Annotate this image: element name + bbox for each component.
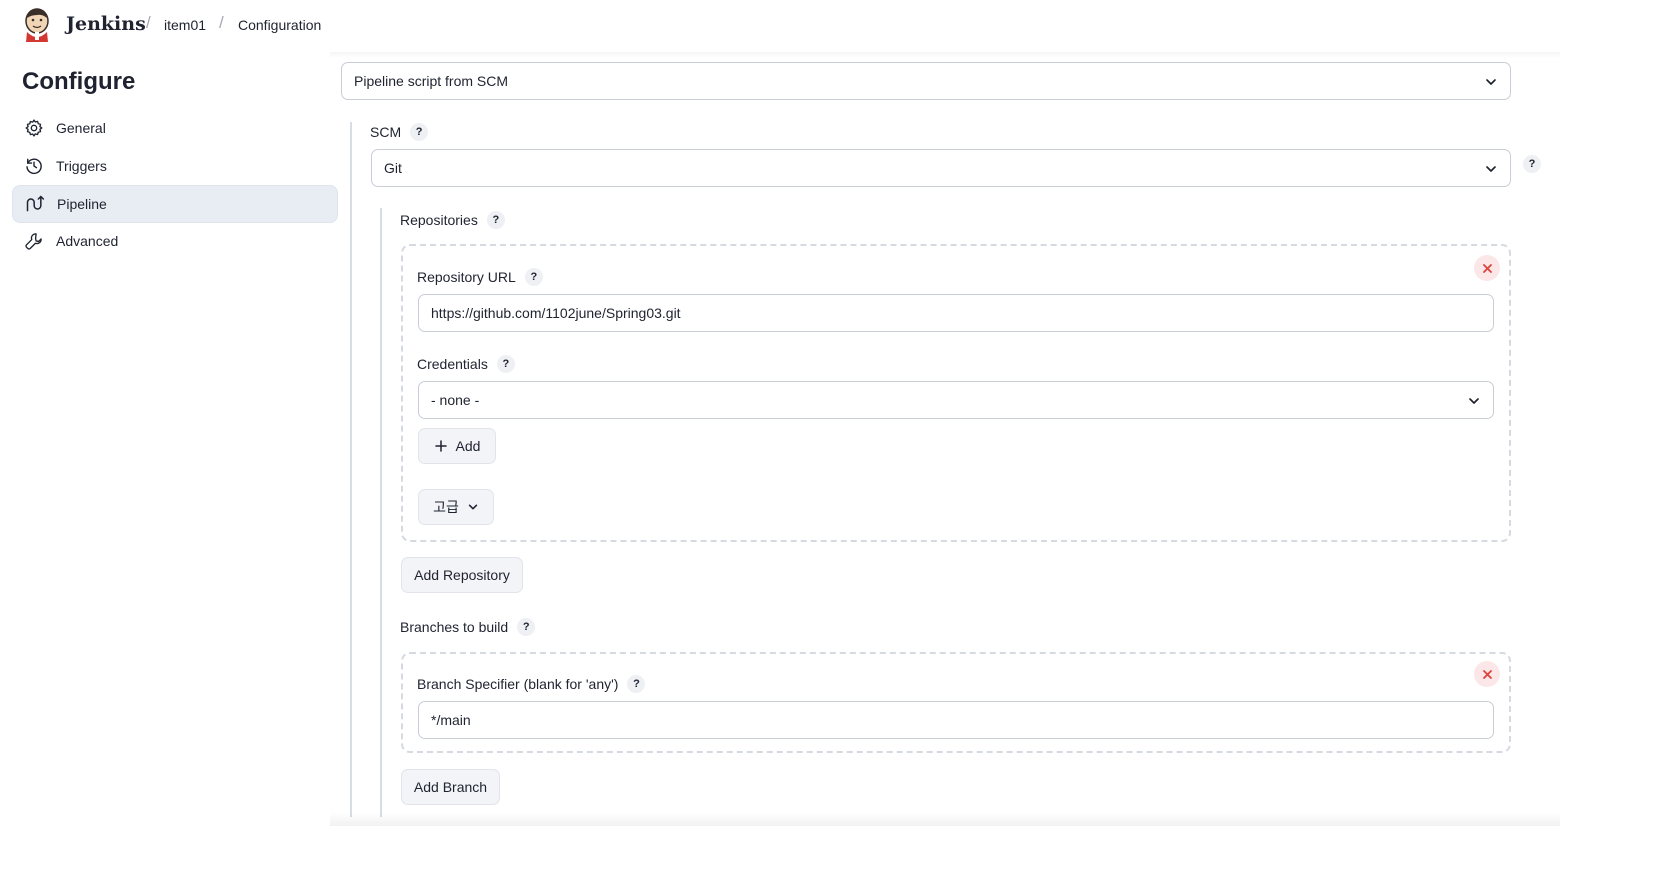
repository-url-label: Repository URL ? (417, 268, 543, 286)
remove-repository-button[interactable] (1474, 255, 1500, 281)
credentials-value: - none - (431, 392, 480, 408)
advanced-toggle-label: 고급 (433, 499, 459, 515)
advanced-toggle-button[interactable]: 고급 (418, 489, 494, 525)
help-icon[interactable]: ? (517, 618, 536, 636)
add-credentials-button[interactable]: Add (418, 428, 496, 464)
repository-url-value: https://github.com/1102june/Spring03.git (431, 305, 681, 321)
close-icon (1482, 263, 1492, 273)
help-icon[interactable]: ? (410, 123, 429, 141)
chevron-down-icon (1486, 166, 1496, 172)
sidebar-item-advanced[interactable]: Advanced (12, 222, 338, 260)
page-title: Configure (22, 68, 136, 95)
chevron-down-icon (1469, 398, 1479, 404)
credentials-label-text: Credentials (417, 356, 488, 372)
chevron-down-icon (1486, 79, 1496, 85)
repositories-label: Repositories ? (400, 211, 505, 229)
pipeline-definition-select[interactable]: Pipeline script from SCM (341, 62, 1511, 100)
breadcrumb-item01[interactable]: item01 (164, 17, 206, 33)
sidebar-item-triggers[interactable]: Triggers (12, 147, 338, 185)
add-branch-label: Add Branch (413, 779, 488, 795)
help-icon[interactable]: ? (524, 268, 543, 286)
help-icon[interactable]: ? (496, 355, 515, 373)
scm-help-icon[interactable]: ? (1523, 155, 1541, 173)
wrench-icon (25, 233, 42, 250)
help-icon[interactable]: ? (486, 211, 505, 229)
credentials-select[interactable]: - none - (418, 381, 1494, 419)
add-repository-label: Add Repository (414, 567, 510, 583)
sidebar-item-label: Advanced (56, 233, 119, 249)
add-repository-button[interactable]: Add Repository (401, 557, 523, 593)
top-header: Jenkins / item01 / Configuration (0, 0, 1671, 52)
breadcrumb-separator: / (219, 13, 224, 32)
jenkins-logo-icon[interactable] (22, 6, 52, 42)
close-icon (1482, 669, 1492, 679)
branch-specifier-label: Branch Specifier (blank for 'any') ? (417, 675, 646, 693)
jenkins-brand[interactable]: Jenkins (66, 13, 146, 35)
scm-label: SCM ? (370, 123, 429, 141)
credentials-label: Credentials ? (417, 355, 515, 373)
bottom-fade (330, 812, 1560, 826)
add-branch-button[interactable]: Add Branch (401, 769, 500, 805)
repositories-label-text: Repositories (400, 212, 478, 228)
plus-icon (434, 440, 447, 452)
scm-select[interactable]: Git (371, 149, 1511, 187)
clock-icon (26, 158, 42, 175)
sidebar-item-label: Pipeline (57, 196, 107, 212)
branch-specifier-label-text: Branch Specifier (blank for 'any') (417, 676, 619, 692)
branches-label-text: Branches to build (400, 619, 509, 635)
chevron-down-icon (468, 504, 478, 510)
scm-label-text: SCM (370, 124, 402, 140)
branch-specifier-input[interactable]: */main (418, 701, 1494, 739)
sidebar-item-pipeline[interactable]: Pipeline (12, 185, 338, 223)
scm-value: Git (384, 160, 402, 176)
remove-branch-button[interactable] (1474, 661, 1500, 687)
branch-specifier-value: */main (431, 712, 471, 728)
repository-url-label-text: Repository URL (417, 269, 516, 285)
sidebar-item-label: General (56, 120, 106, 136)
add-credentials-label: Add (455, 438, 481, 454)
header-divider (330, 52, 1560, 58)
section-indent-line (350, 122, 352, 817)
breadcrumb-configuration[interactable]: Configuration (238, 17, 321, 33)
branches-label: Branches to build ? (400, 618, 536, 636)
pipeline-definition-value: Pipeline script from SCM (354, 73, 509, 89)
gear-icon (25, 119, 43, 137)
pipeline-icon (26, 195, 45, 212)
help-icon[interactable]: ? (627, 675, 646, 693)
scm-indent-line (380, 208, 382, 817)
sidebar-item-label: Triggers (56, 158, 107, 174)
sidebar-item-general[interactable]: General (12, 109, 338, 147)
repository-url-input[interactable]: https://github.com/1102june/Spring03.git (418, 294, 1494, 332)
breadcrumb-separator: / (146, 13, 151, 32)
